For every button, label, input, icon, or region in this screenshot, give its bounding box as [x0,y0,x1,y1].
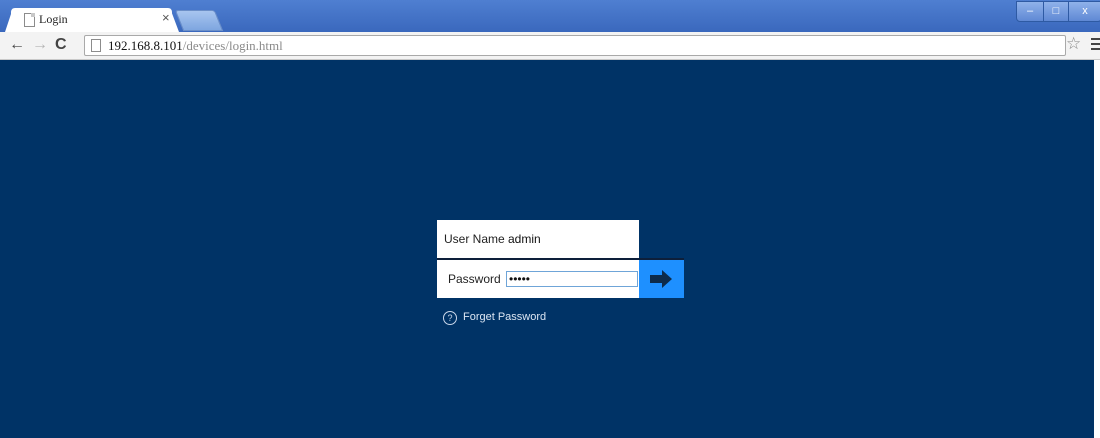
browser-title-bar: Login × – □ x [0,0,1100,32]
reload-icon[interactable]: C [55,36,67,54]
url-host: 192.168.8.101 [108,38,183,53]
question-circle-icon: ? [443,311,457,325]
password-row: Password [437,260,639,298]
tab-title: Login [39,12,68,26]
page-icon [91,39,101,52]
tab-close-icon[interactable]: × [162,11,170,25]
page-icon [24,13,35,27]
address-bar[interactable]: 192.168.8.101/devices/login.html [84,35,1066,56]
forget-password-link[interactable]: Forget Password [463,311,546,323]
browser-menu-icon[interactable] [1091,38,1100,50]
username-label: User Name [444,232,505,246]
browser-tab-login[interactable]: Login × [11,8,172,32]
password-label: Password [448,272,501,286]
url-path: /devices/login.html [182,38,283,53]
maximize-button[interactable]: □ [1043,1,1069,22]
login-form: User Name Password [437,218,684,298]
browser-toolbar: ← → C 192.168.8.101/devices/login.html ☆ [0,32,1100,60]
window-controls: – □ x [1016,1,1100,22]
new-tab-button[interactable] [174,10,224,31]
url-text[interactable]: 192.168.8.101/devices/login.html [108,38,283,54]
back-arrow-icon[interactable]: ← [9,36,25,54]
password-input[interactable] [506,271,638,287]
bookmark-star-icon[interactable]: ☆ [1066,34,1081,54]
window-edge [1094,60,1100,438]
minimize-button[interactable]: – [1016,1,1044,22]
username-row: User Name [437,220,639,258]
login-submit-button[interactable] [639,260,684,298]
close-window-button[interactable]: x [1068,1,1100,22]
arrow-right-icon [650,270,672,288]
username-input[interactable] [506,231,638,247]
forward-arrow-icon[interactable]: → [32,36,48,54]
